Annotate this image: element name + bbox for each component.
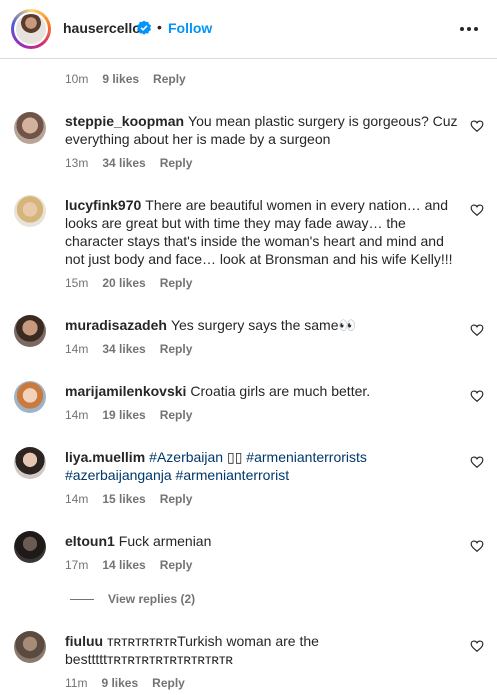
comment-username[interactable]: muradisazadeh <box>65 317 167 333</box>
comment-text: Fuck armenian <box>118 533 212 549</box>
heart-icon[interactable] <box>470 323 484 337</box>
comment-likes[interactable]: 19 likes <box>102 408 145 422</box>
comment-meta: 10m 9 likes Reply <box>65 72 200 86</box>
comment-text: ᴛʀᴛʀᴛʀᴛʀᴛʀTurkish woman are the besttttt… <box>65 633 319 667</box>
comment-likes[interactable]: 34 likes <box>102 342 145 356</box>
comment-likes[interactable]: 14 likes <box>102 558 145 572</box>
comment-time: 17m <box>65 558 89 572</box>
comment-time: 14m <box>65 342 89 356</box>
post-header: hausercello • Follow <box>0 0 497 59</box>
comment-likes[interactable]: 15 likes <box>102 492 145 506</box>
comment-time: 15m <box>65 276 89 290</box>
reply-button[interactable]: Reply <box>160 156 193 170</box>
avatar[interactable] <box>14 315 46 347</box>
comment-time: 14m <box>65 492 89 506</box>
comment-meta: 14m 19 likes Reply <box>65 408 206 422</box>
verified-badge-icon <box>137 20 151 35</box>
comment-username[interactable]: steppie_koopman <box>65 113 184 129</box>
avatar[interactable] <box>14 112 46 144</box>
avatar[interactable] <box>14 531 46 563</box>
comment-meta: 13m 34 likes Reply <box>65 156 206 170</box>
avatar[interactable] <box>14 631 46 663</box>
hashtag-link[interactable]: #Azerbaijan <box>149 449 223 465</box>
reply-button[interactable]: Reply <box>160 408 193 422</box>
heart-icon[interactable] <box>470 639 484 653</box>
comment-text: Yes surgery says the same👀 <box>170 317 356 333</box>
comment-meta: 15m 20 likes Reply <box>65 276 206 290</box>
comment-username[interactable]: liya.muellim <box>65 449 145 465</box>
comment-time: 13m <box>65 156 89 170</box>
comment-text: Croatia girls are much better. <box>190 383 371 399</box>
heart-icon[interactable] <box>470 203 484 217</box>
dot-separator: • <box>157 19 162 35</box>
reply-button[interactable]: Reply <box>152 676 185 690</box>
avatar[interactable] <box>14 447 46 479</box>
heart-icon[interactable] <box>470 455 484 469</box>
comment-username[interactable]: eltoun1 <box>65 533 115 549</box>
view-replies-button[interactable]: View replies (2) <box>70 592 195 608</box>
reply-button[interactable]: Reply <box>160 276 193 290</box>
comment-time: 11m <box>65 676 88 690</box>
comment-time: 10m <box>65 72 89 86</box>
hashtag-link[interactable]: #armenianterrorists <box>246 449 367 465</box>
reply-button[interactable]: Reply <box>160 558 193 572</box>
comment-username[interactable]: lucyfink970 <box>65 197 141 213</box>
heart-icon[interactable] <box>470 389 484 403</box>
follow-button[interactable]: Follow <box>168 20 212 36</box>
hashtag-link[interactable]: #azerbaijanganja <box>65 467 172 483</box>
avatar[interactable] <box>14 381 46 413</box>
comment-meta: 11m 9 likes Reply <box>65 676 199 690</box>
reply-button[interactable]: Reply <box>153 72 186 86</box>
divider-line <box>70 599 94 601</box>
view-replies-label: View replies (2) <box>108 592 196 606</box>
comment-likes[interactable]: 34 likes <box>102 156 145 170</box>
hashtag-link[interactable]: #armenianterrorist <box>176 467 290 483</box>
more-options-icon[interactable] <box>458 20 480 38</box>
comment-username[interactable]: fiuluu <box>65 633 103 649</box>
heart-icon[interactable] <box>470 539 484 553</box>
heart-icon[interactable] <box>470 119 484 133</box>
comment-meta: 14m 34 likes Reply <box>65 342 206 356</box>
comment-likes[interactable]: 20 likes <box>102 276 145 290</box>
reply-button[interactable]: Reply <box>160 342 193 356</box>
comment-likes[interactable]: 9 likes <box>102 72 139 86</box>
author-username[interactable]: hausercello <box>63 20 141 36</box>
author-avatar[interactable] <box>11 9 51 49</box>
avatar[interactable] <box>14 195 46 227</box>
comment-meta: 17m 14 likes Reply <box>65 558 206 572</box>
comment-meta: 14m 15 likes Reply <box>65 492 206 506</box>
comment-username[interactable]: marijamilenkovski <box>65 383 186 399</box>
flag-emoji: ▯▯ <box>226 449 243 465</box>
reply-button[interactable]: Reply <box>160 492 193 506</box>
comment-time: 14m <box>65 408 89 422</box>
comment-likes[interactable]: 9 likes <box>101 676 138 690</box>
